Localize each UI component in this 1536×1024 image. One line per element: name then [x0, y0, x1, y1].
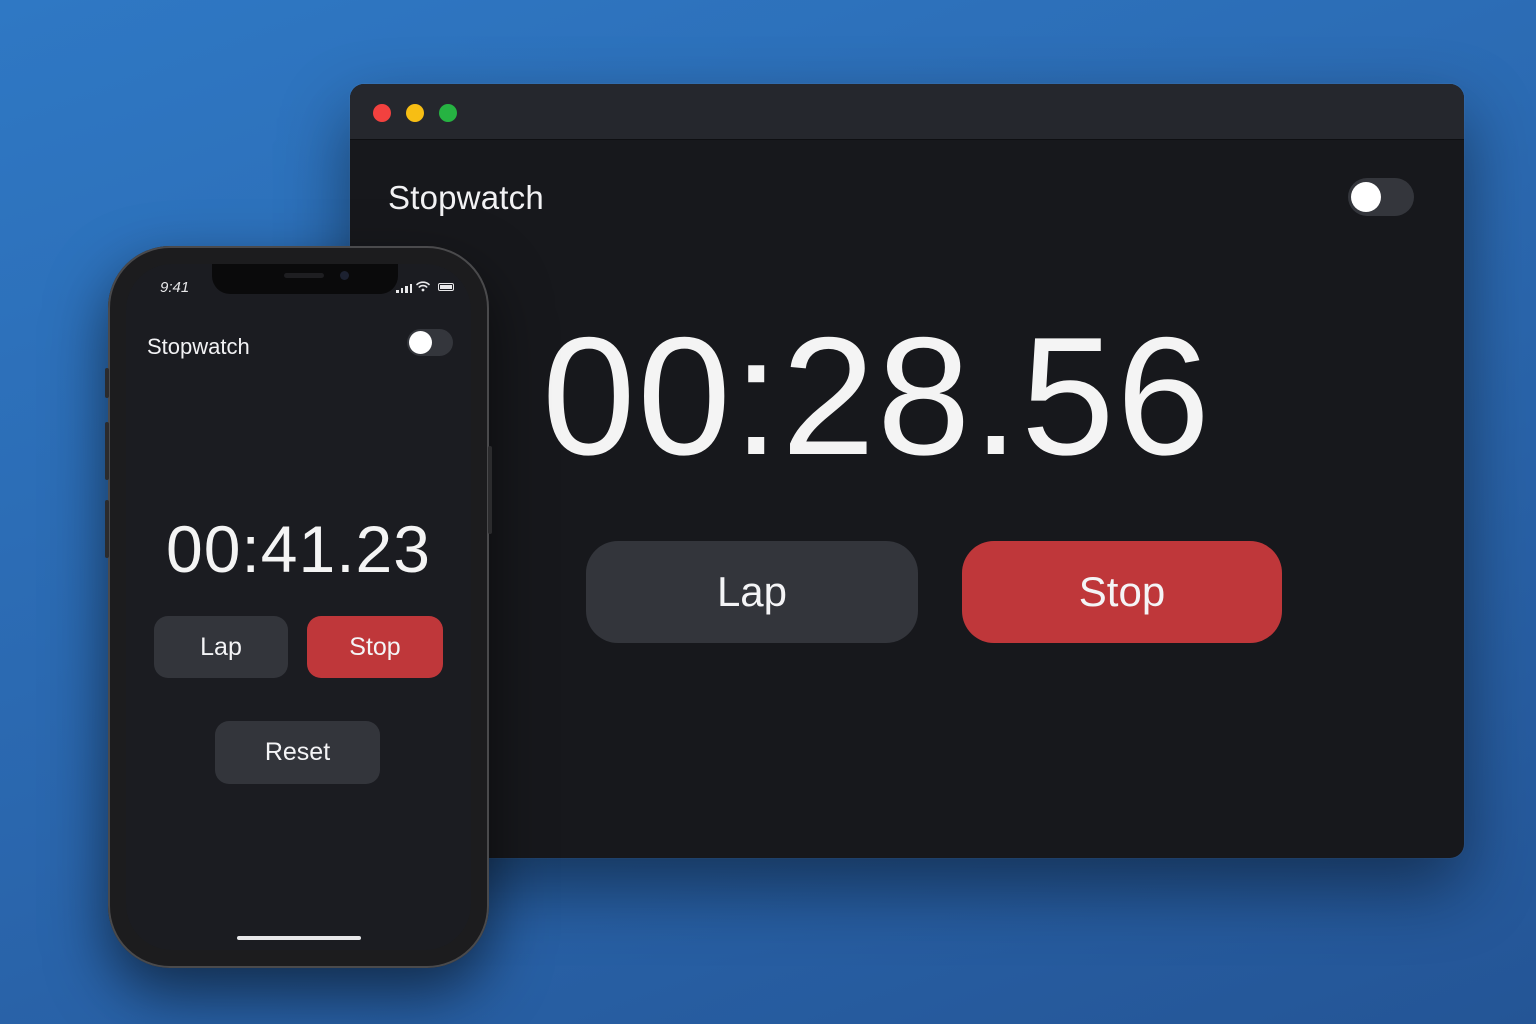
theme-toggle[interactable]: [1348, 178, 1414, 216]
phone-volume-up-button: [105, 422, 109, 480]
elapsed-time-display: 00:28.56: [542, 302, 1212, 490]
phone-device: 9:41 Stopwatch 00:41.23 Lap Stop Reset: [105, 246, 492, 968]
speaker-grille: [284, 273, 324, 278]
battery-icon: [438, 283, 454, 291]
lap-button[interactable]: Lap: [586, 541, 918, 643]
page-title: Stopwatch: [388, 179, 544, 216]
phone-volume-down-button: [105, 500, 109, 558]
home-indicator[interactable]: [237, 936, 361, 940]
status-bar-time: 9:41: [160, 279, 190, 296]
stop-button[interactable]: Stop: [962, 541, 1282, 643]
phone-power-button: [488, 446, 492, 534]
phone-page-title: Stopwatch: [147, 334, 250, 359]
phone-theme-toggle[interactable]: [407, 329, 453, 356]
window-titlebar[interactable]: [350, 84, 1464, 140]
phone-stop-button[interactable]: Stop: [307, 616, 443, 678]
phone-elapsed-time-display: 00:41.23: [166, 512, 431, 586]
front-camera: [340, 271, 349, 280]
phone-screen: 9:41 Stopwatch 00:41.23 Lap Stop Reset: [126, 264, 471, 950]
desktop-window: Stopwatch 00:28.56 Lap Stop: [350, 84, 1464, 858]
toggle-knob: [409, 331, 432, 354]
phone-lap-button[interactable]: Lap: [154, 616, 288, 678]
phone-silent-switch: [105, 368, 109, 398]
window-maximize-icon[interactable]: [439, 104, 457, 122]
toggle-knob: [1351, 182, 1381, 212]
window-close-icon[interactable]: [373, 104, 391, 122]
wifi-icon: [416, 281, 430, 292]
window-minimize-icon[interactable]: [406, 104, 424, 122]
phone-reset-button[interactable]: Reset: [215, 721, 380, 784]
cellular-signal-icon: [396, 283, 412, 293]
phone-notch: [212, 264, 398, 294]
